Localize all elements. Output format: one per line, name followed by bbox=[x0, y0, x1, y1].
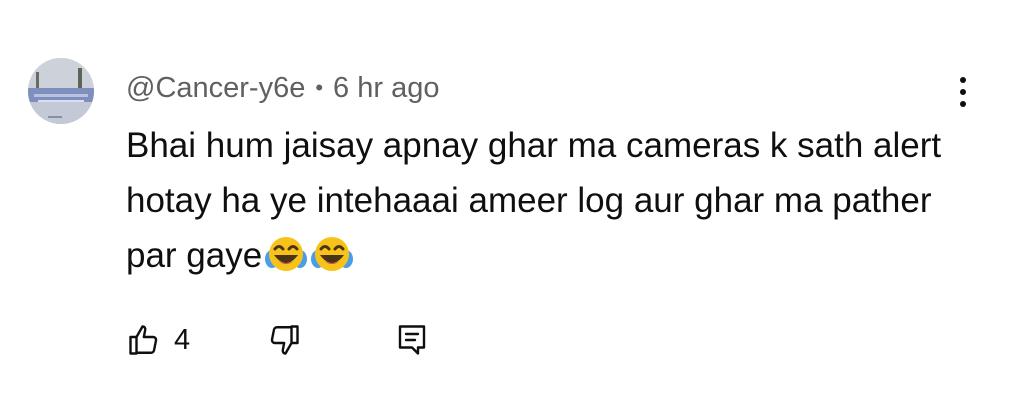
thumbs-down-icon bbox=[270, 325, 299, 355]
like-count: 4 bbox=[174, 323, 191, 356]
avatar[interactable] bbox=[28, 58, 94, 124]
more-options-button[interactable] bbox=[948, 72, 978, 112]
header-separator: • bbox=[315, 75, 324, 100]
comment-text-block: Bhai hum jaisay apnay ghar ma cameras k … bbox=[126, 118, 946, 289]
author-name[interactable]: @Cancer-y6e bbox=[126, 72, 305, 105]
tears-of-joy-emoji-icon bbox=[265, 237, 308, 271]
tears-of-joy-emoji-icon bbox=[311, 237, 354, 271]
avatar-image bbox=[28, 58, 94, 124]
more-vertical-icon bbox=[960, 77, 966, 83]
like-button[interactable]: 4 bbox=[126, 322, 190, 358]
comment-reply-icon bbox=[398, 325, 426, 355]
comment-item: @Cancer-y6e • 6 hr ago Bhai hum jaisay a… bbox=[0, 0, 1024, 403]
emoji-group bbox=[264, 233, 356, 289]
reply-button[interactable] bbox=[394, 322, 430, 358]
thumbs-up-icon bbox=[129, 325, 158, 355]
comment-header: @Cancer-y6e • 6 hr ago bbox=[126, 68, 439, 108]
dislike-button[interactable] bbox=[266, 322, 302, 358]
comment-timestamp[interactable]: 6 hr ago bbox=[333, 72, 439, 105]
comment-text: Bhai hum jaisay apnay ghar ma cameras k … bbox=[126, 126, 942, 275]
comment-actions: 4 bbox=[126, 320, 430, 360]
